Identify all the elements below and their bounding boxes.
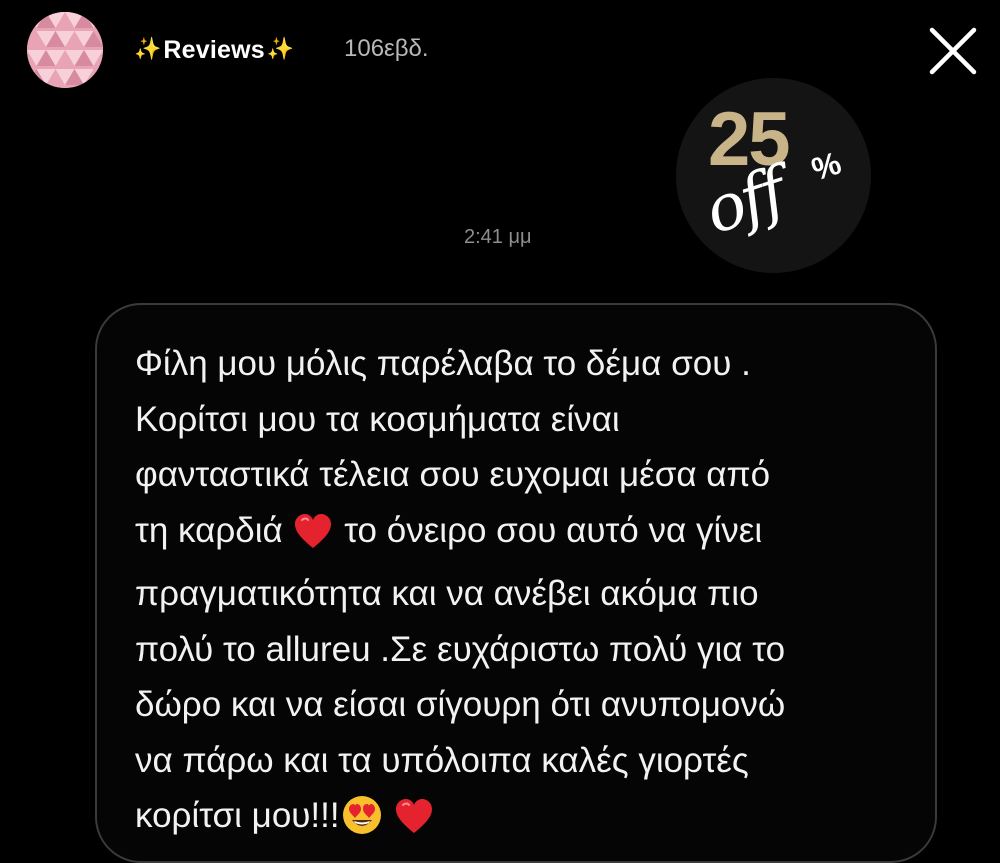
message-line: πραγματικότητα και να ανέβει ακόμα πιο bbox=[135, 574, 759, 613]
message-line: Φίλη μου μόλις παρέλαβα το δέμα σου . bbox=[135, 344, 751, 383]
message-line-part: τη καρδιά bbox=[135, 510, 283, 550]
message-text: Φίλη μου μόλις παρέλαβα το δέμα σου . Κο… bbox=[135, 336, 925, 852]
story-username[interactable]: ✨ Reviews ✨ bbox=[134, 33, 294, 67]
discount-sticker[interactable]: 25 % off bbox=[676, 78, 871, 273]
message-line-part: το όνειρο σου αυτό να γίνει bbox=[344, 510, 763, 550]
message-line-with-emoji: κορίτσι μου!!! bbox=[135, 788, 925, 852]
message-line: να πάρω και τα υπόλοιπα καλές γιορτές bbox=[135, 740, 749, 780]
close-button[interactable] bbox=[922, 20, 984, 82]
story-age: 106εβδ. bbox=[344, 35, 429, 62]
message-line: φανταστικά τέλεια σου ευχομαι μέσα από bbox=[135, 455, 771, 494]
red-heart-icon bbox=[395, 796, 433, 852]
red-heart-icon bbox=[294, 511, 332, 567]
message-line: πολύ το allureu .Σε ευχάριστω πολύ για τ… bbox=[135, 629, 786, 669]
message-line: Κορίτσι μου τα κοσμήματα είναι bbox=[135, 399, 620, 439]
sparkles-icon: ✨ bbox=[266, 36, 295, 61]
username-label: Reviews bbox=[163, 35, 265, 64]
discount-percent: % bbox=[807, 144, 846, 188]
message-line: δώρο και να είσαι σίγουρη ότι ανυπομονώ bbox=[135, 685, 786, 724]
avatar[interactable] bbox=[27, 12, 103, 88]
close-icon bbox=[929, 27, 977, 75]
message-timestamp: 2:41 μμ bbox=[464, 226, 532, 248]
heart-eyes-face-icon bbox=[342, 795, 382, 852]
sparkles-icon: ✨ bbox=[134, 36, 162, 61]
avatar-pattern-icon bbox=[27, 12, 103, 88]
message-line-with-emoji: τη καρδιά το όνειρο σου αυτό να γίνει bbox=[135, 503, 925, 567]
message-line-part: κορίτσι μου!!! bbox=[135, 796, 340, 835]
